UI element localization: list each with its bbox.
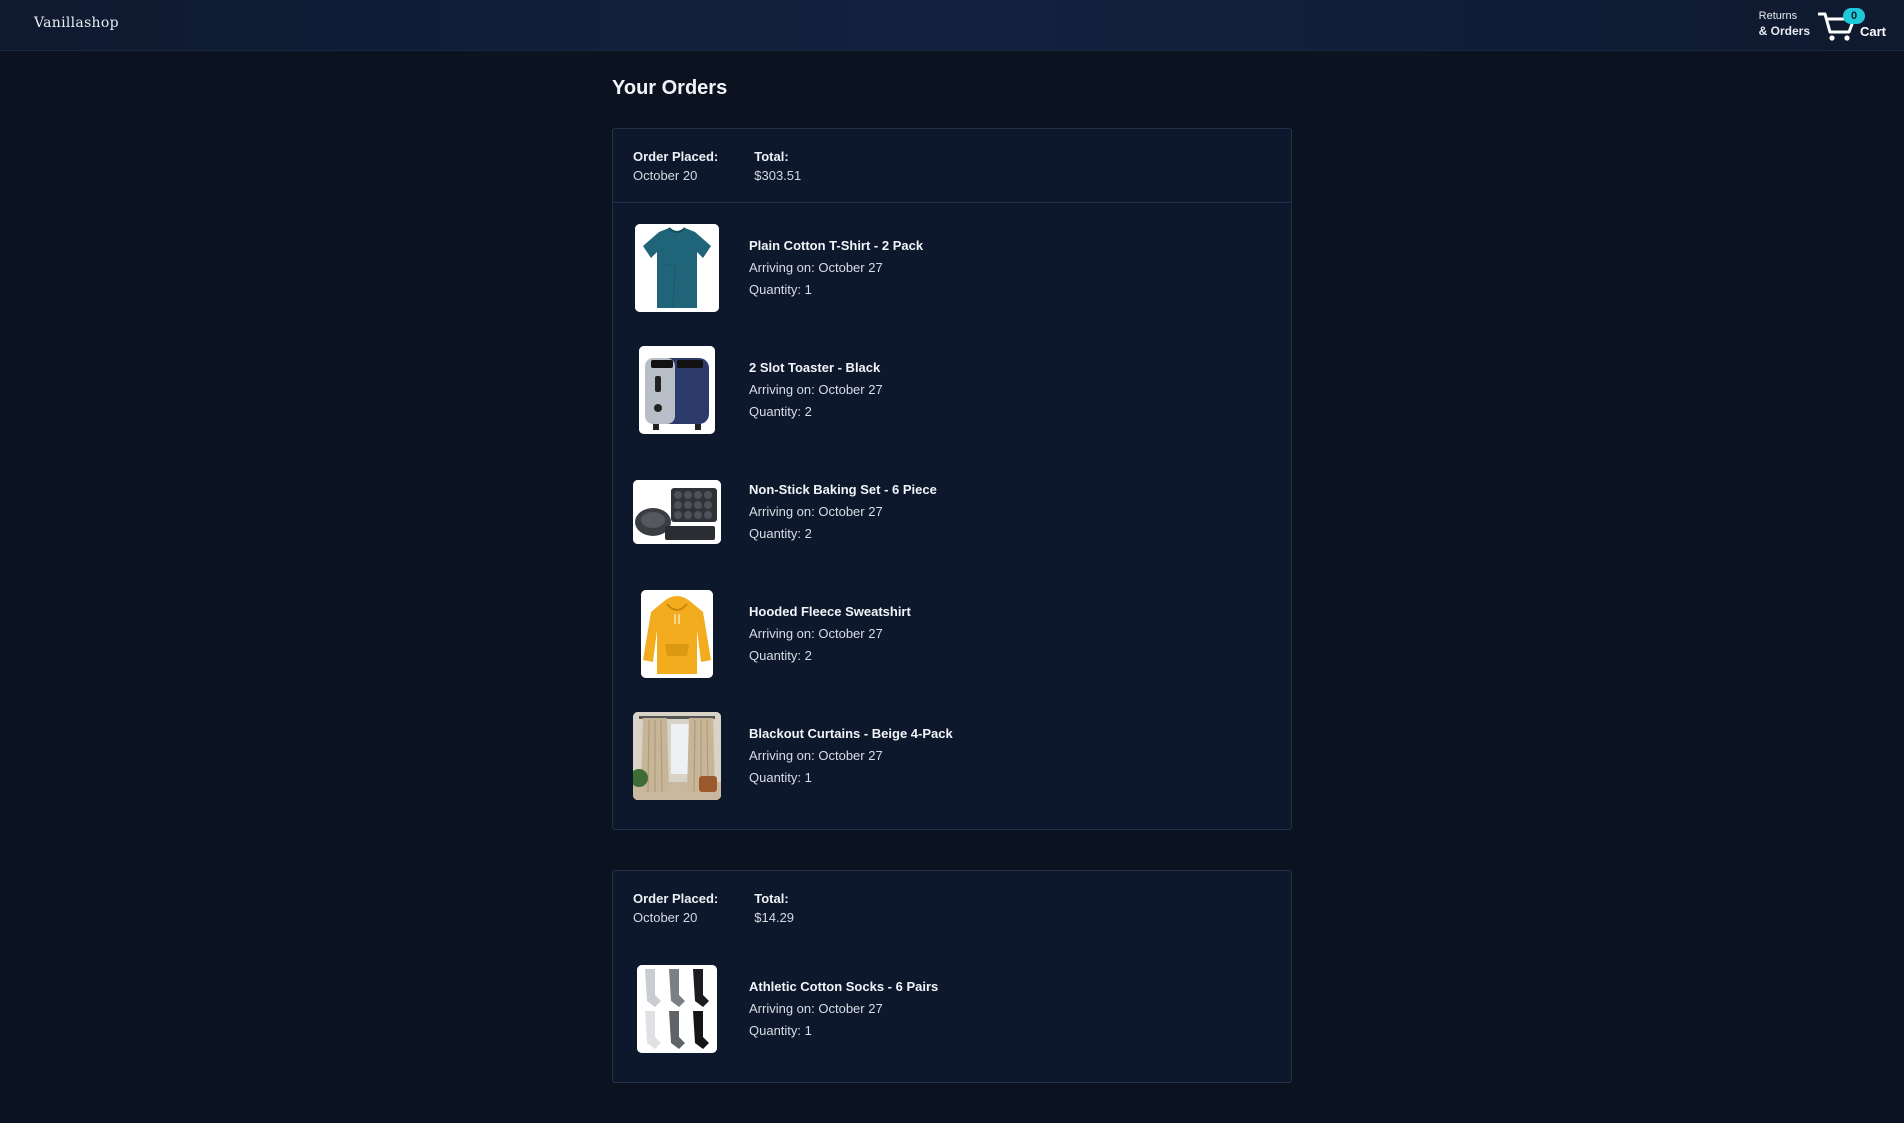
yellow-hoodie-image[interactable] <box>633 590 721 678</box>
order-item: Blackout Curtains - Beige 4-Pack Arrivin… <box>633 711 1271 801</box>
order-items: Athletic Cotton Socks - 6 Pairs Arriving… <box>613 944 1291 1082</box>
item-quantity: Quantity: 2 <box>749 526 812 541</box>
item-info: 2 Slot Toaster - Black Arriving on: Octo… <box>749 357 883 423</box>
order-card: Order Placed: October 20 Total: $14.29 A… <box>612 870 1292 1083</box>
item-arrival: Arriving on: October 27 <box>749 626 883 641</box>
order-total-value: $303.51 <box>754 168 802 183</box>
item-arrival: Arriving on: October 27 <box>749 504 883 519</box>
order-items: Plain Cotton T-Shirt - 2 Pack Arriving o… <box>613 203 1291 829</box>
order-placed-info: Order Placed: October 20 <box>633 147 718 185</box>
returns-orders-link[interactable]: Returns & Orders <box>1759 9 1810 39</box>
order-total-info: Total: $14.29 <box>754 889 794 927</box>
page-title: Your Orders <box>612 77 728 99</box>
order-total-info: Total: $303.51 <box>754 147 801 185</box>
cart-count-badge: 0 <box>1843 8 1865 24</box>
item-quantity: Quantity: 2 <box>749 404 812 419</box>
returns-label: Returns <box>1758 10 1798 22</box>
teal-tshirt-image[interactable] <box>633 224 721 312</box>
item-quantity: Quantity: 1 <box>749 282 812 297</box>
item-name[interactable]: Hooded Fleece Sweatshirt <box>749 601 911 623</box>
orders-label: & Orders <box>1758 24 1810 38</box>
order-total-label: Total: <box>754 891 789 906</box>
item-arrival: Arriving on: October 27 <box>749 748 883 763</box>
item-name[interactable]: Blackout Curtains - Beige 4-Pack <box>749 723 953 745</box>
item-name[interactable]: Non-Stick Baking Set - 6 Piece <box>749 479 937 501</box>
item-quantity: Quantity: 1 <box>749 1023 812 1038</box>
item-info: Hooded Fleece Sweatshirt Arriving on: Oc… <box>749 601 911 667</box>
order-card: Order Placed: October 20 Total: $303.51 <box>612 128 1292 830</box>
baking-set-image[interactable] <box>633 468 721 556</box>
beige-curtains-image[interactable] <box>633 712 721 800</box>
order-item: Hooded Fleece Sweatshirt Arriving on: Oc… <box>633 589 1271 679</box>
item-info: Athletic Cotton Socks - 6 Pairs Arriving… <box>749 976 938 1042</box>
order-item: 2 Slot Toaster - Black Arriving on: Octo… <box>633 345 1271 435</box>
item-arrival: Arriving on: October 27 <box>749 260 883 275</box>
item-name[interactable]: Athletic Cotton Socks - 6 Pairs <box>749 976 938 998</box>
order-total-label: Total: <box>754 149 789 164</box>
order-total-value: $14.29 <box>754 910 795 925</box>
order-placed-info: Order Placed: October 20 <box>633 889 718 927</box>
item-info: Blackout Curtains - Beige 4-Pack Arrivin… <box>749 723 953 789</box>
vanillashop-logo[interactable]: Vanillashop <box>34 15 119 31</box>
order-placed-date: October 20 <box>633 910 698 925</box>
order-header: Order Placed: October 20 Total: $14.29 <box>613 871 1291 944</box>
item-arrival: Arriving on: October 27 <box>749 382 883 397</box>
top-navigation-bar: Vanillashop Returns & Orders 0 Cart <box>0 0 1904 51</box>
order-placed-label: Order Placed: <box>633 891 719 906</box>
order-item: Non-Stick Baking Set - 6 Piece Arriving … <box>633 467 1271 557</box>
order-item: Athletic Cotton Socks - 6 Pairs Arriving… <box>633 964 1271 1054</box>
item-arrival: Arriving on: October 27 <box>749 1001 883 1016</box>
item-quantity: Quantity: 2 <box>749 648 812 663</box>
order-header: Order Placed: October 20 Total: $303.51 <box>613 129 1291 203</box>
item-info: Plain Cotton T-Shirt - 2 Pack Arriving o… <box>749 235 923 301</box>
item-name[interactable]: 2 Slot Toaster - Black <box>749 357 883 379</box>
item-quantity: Quantity: 1 <box>749 770 812 785</box>
order-placed-label: Order Placed: <box>633 149 719 164</box>
cart-button[interactable]: 0 Cart <box>1818 8 1887 44</box>
item-info: Non-Stick Baking Set - 6 Piece Arriving … <box>749 479 937 545</box>
black-toaster-image[interactable] <box>633 346 721 434</box>
orders-main: Your Orders Order Placed: October 20 Tot… <box>612 72 1292 1123</box>
socks-image[interactable] <box>633 965 721 1053</box>
item-name[interactable]: Plain Cotton T-Shirt - 2 Pack <box>749 235 923 257</box>
order-placed-date: October 20 <box>633 168 698 183</box>
cart-label: Cart <box>1860 24 1887 39</box>
order-item: Plain Cotton T-Shirt - 2 Pack Arriving o… <box>633 223 1271 313</box>
